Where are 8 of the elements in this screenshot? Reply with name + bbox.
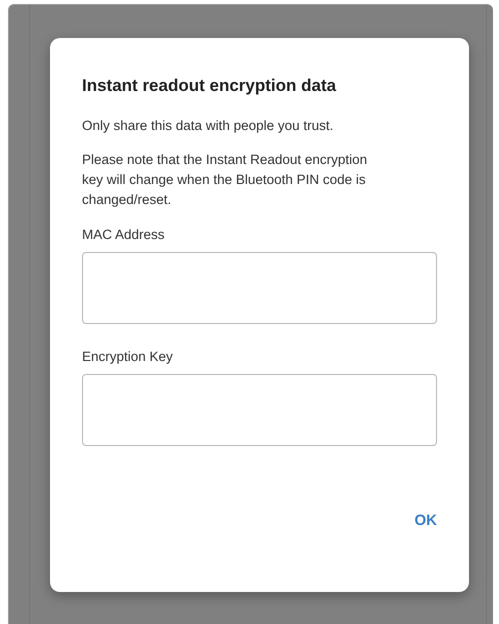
ok-button[interactable]: OK xyxy=(406,506,445,535)
dialog-text: Only share this data with people you trust. xyxy=(82,117,334,135)
field-label: MAC Address xyxy=(82,227,166,242)
input-field[interactable] xyxy=(82,252,437,324)
input-field[interactable] xyxy=(82,374,437,446)
field-label: Encryption Key xyxy=(82,349,174,364)
dialog-title: Instant readout encryption data xyxy=(82,76,338,96)
dialog-text: Please note that the Instant Readout encryption key will change when the Bluetooth PIN code is changed/reset. xyxy=(82,151,368,209)
